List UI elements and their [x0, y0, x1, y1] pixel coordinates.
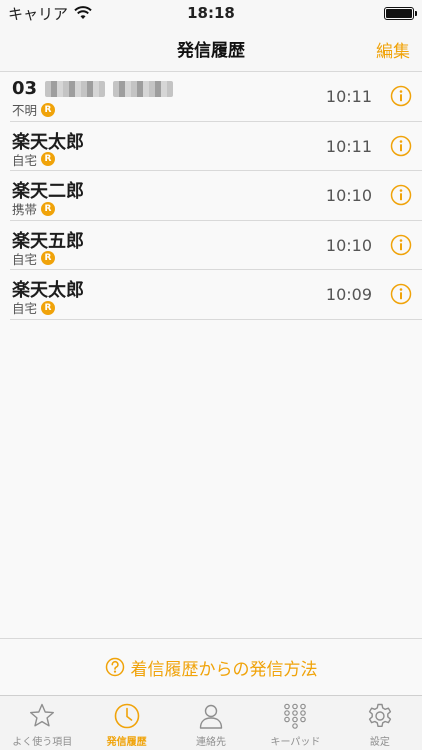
rakuten-badge-icon: R: [41, 300, 56, 315]
info-icon[interactable]: [390, 184, 412, 206]
rakuten-badge-icon: R: [41, 251, 56, 265]
call-type-label: 不明: [12, 103, 38, 118]
clock-icon: [114, 703, 139, 729]
call-time: 10:11: [325, 136, 372, 156]
tab-contacts[interactable]: 連絡先: [169, 696, 253, 750]
call-type: 自宅 R: [12, 150, 56, 169]
tab-label: キーパッド: [270, 737, 321, 748]
tab-keypad[interactable]: キーパッド: [253, 696, 337, 750]
call-type: 携帯 R: [12, 199, 56, 218]
call-time: 10:10: [325, 235, 372, 255]
page-title: 発信履歴: [177, 41, 245, 61]
info-icon[interactable]: [390, 135, 412, 157]
call-type-label: 携帯: [12, 202, 38, 217]
star-icon: [30, 703, 55, 727]
call-time: 10:11: [325, 87, 372, 106]
help-link-label: 着信履歴からの発信方法: [130, 659, 318, 680]
tab-label: 設定: [369, 737, 390, 748]
tab-label: よく使う項目: [12, 737, 73, 748]
gear-icon: [368, 703, 391, 727]
status-bar: キャリア: [0, 0, 422, 26]
call-name: 03: [12, 78, 174, 99]
call-row[interactable]: 楽天太郎 自宅 R 10:11: [10, 122, 422, 171]
call-row[interactable]: 03 不明 R 10:11: [10, 72, 422, 122]
call-type-label: 自宅: [12, 251, 38, 267]
tab-label: 連絡先: [196, 737, 227, 748]
call-history-list: 03 不明 R 10:11 楽天太郎 自宅 R 10:11 楽天二郎 携帯 R …: [0, 72, 422, 320]
tab-history[interactable]: 発信履歴: [84, 696, 168, 750]
call-type: 自宅 R: [12, 249, 56, 268]
help-link[interactable]: 着信履歴からの発信方法: [0, 638, 422, 695]
tab-settings[interactable]: 設定: [338, 696, 422, 750]
rakuten-badge-icon: R: [41, 201, 56, 216]
call-row[interactable]: 楽天太郎 自宅 R 10:09: [10, 270, 422, 320]
rakuten-badge-icon: R: [41, 102, 56, 117]
call-time: 10:10: [325, 186, 372, 205]
call-type: 自宅 R: [12, 298, 56, 317]
masked-number: [45, 80, 106, 97]
carrier-label: キャリア: [8, 4, 69, 23]
battery-icon: [384, 6, 417, 20]
edit-button[interactable]: 編集: [376, 37, 410, 62]
call-type-label: 自宅: [12, 152, 38, 168]
masked-number: [113, 80, 174, 97]
tab-favorites[interactable]: よく使う項目: [0, 696, 84, 750]
call-row[interactable]: 楽天二郎 携帯 R 10:10: [10, 171, 422, 221]
question-icon: [105, 657, 124, 677]
status-left: キャリア: [8, 3, 92, 24]
nav-bar: 発信履歴 編集: [0, 26, 422, 72]
info-icon[interactable]: [390, 85, 412, 107]
call-type-label: 自宅: [12, 301, 38, 316]
battery-fill: [386, 8, 412, 18]
call-type: 不明 R: [12, 100, 56, 119]
person-icon: [199, 704, 223, 729]
info-icon[interactable]: [390, 283, 412, 305]
call-name-text: 03: [12, 78, 38, 99]
rakuten-badge-icon: R: [41, 152, 56, 166]
call-time: 10:09: [325, 285, 372, 304]
info-icon[interactable]: [390, 234, 412, 256]
tab-bar: よく使う項目 発信履歴 連絡先 キーパッド 設定: [0, 695, 422, 750]
keypad-icon: [284, 703, 307, 729]
wifi-icon: [74, 6, 92, 19]
tab-label: 発信履歴: [106, 737, 147, 748]
call-row[interactable]: 楽天五郎 自宅 R 10:10: [10, 221, 422, 270]
